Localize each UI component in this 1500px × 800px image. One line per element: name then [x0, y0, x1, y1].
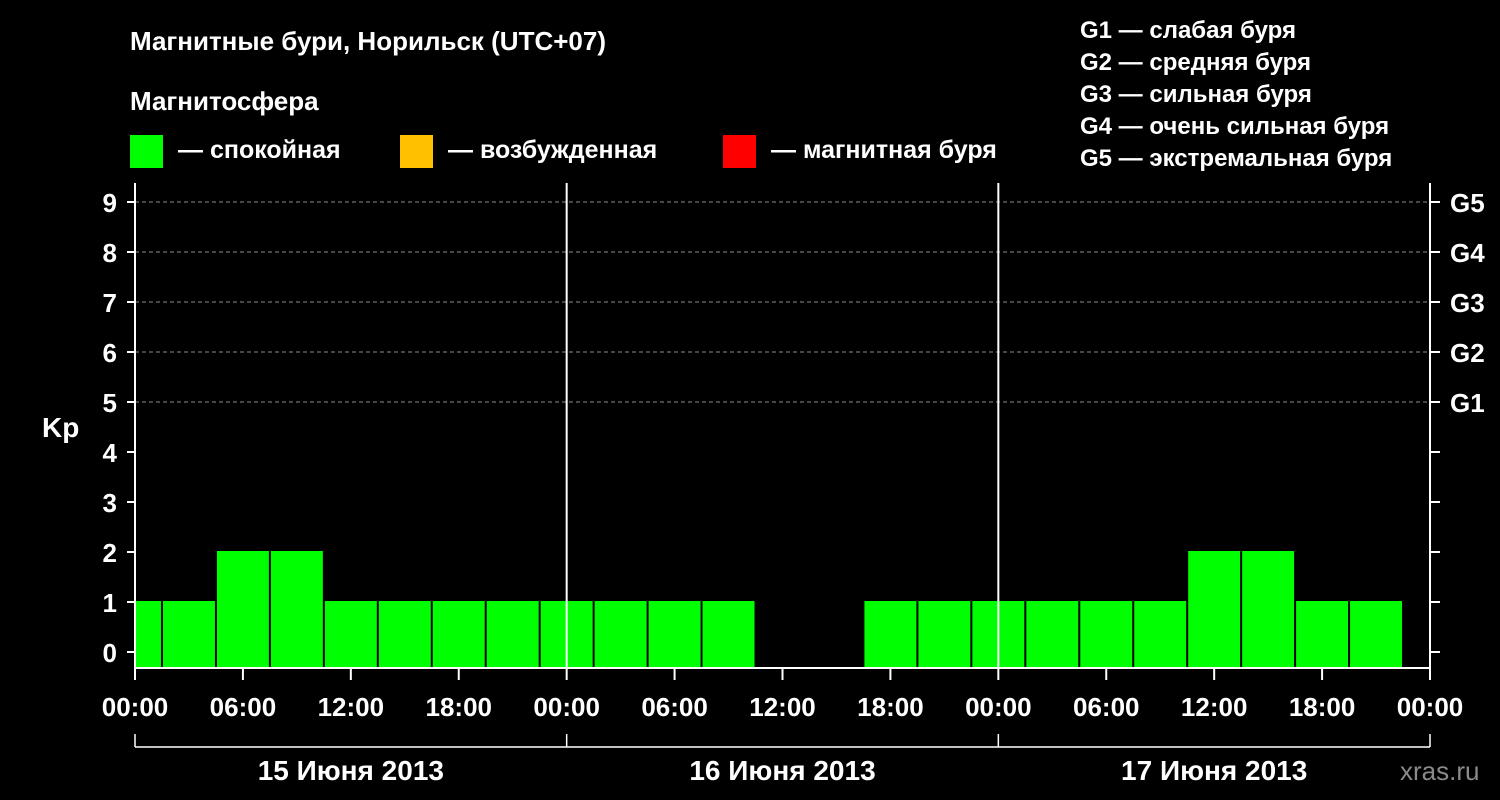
bar-19 [1080, 601, 1133, 668]
bar-16 [918, 601, 971, 668]
x-tick-label-12: 18:00 [1289, 692, 1356, 722]
y-axis-label: Kp [42, 412, 79, 443]
bar-11 [648, 601, 701, 668]
storm-level-label-G3: G3 [1450, 288, 1485, 318]
x-tick-label-4: 18:00 [426, 692, 493, 722]
plot-area: 0 1 2 3 4 5 6 7 8 9 G1 G2 G3 G4 G5 00:00 06:00 12:00 18:00… [102, 183, 1485, 786]
y-tick-label-9: 9 [103, 188, 117, 218]
y-tick-label-4: 4 [103, 438, 118, 468]
y-tick-label-0: 0 [103, 638, 117, 668]
y-tick-label-8: 8 [103, 238, 117, 268]
bar-23 [1296, 601, 1349, 668]
storm-scale-item-3: G3 — сильная буря [1080, 81, 1312, 108]
y-tick-label-7: 7 [103, 288, 117, 318]
y-tick-label-3: 3 [103, 488, 117, 518]
legend-label-2: — возбужденная [448, 136, 657, 164]
legend-swatch-2 [400, 135, 433, 168]
x-tick-label-10: 06:00 [1073, 692, 1140, 722]
bar-6 [378, 601, 431, 668]
bar-8 [486, 601, 539, 668]
bar-15 [864, 601, 917, 668]
y-tick-label-1: 1 [103, 588, 117, 618]
x-tick-label-13: 00:00 [1397, 692, 1464, 722]
x-tick-label-1: 00:00 [102, 692, 169, 722]
bar-24 [1350, 601, 1403, 668]
x-tick-label-9: 00:00 [965, 692, 1032, 722]
legend-label-3: — магнитная буря [771, 136, 997, 164]
x-tick-label-3: 12:00 [318, 692, 385, 722]
bar-20 [1134, 601, 1187, 668]
day-label-1: 15 Июня 2013 [258, 755, 444, 786]
legend-label-1: — спокойная [178, 136, 341, 164]
watermark: xras.ru [1400, 756, 1479, 786]
bar-18 [1026, 601, 1079, 668]
bar-7 [432, 601, 485, 668]
x-tick-label-6: 06:00 [641, 692, 708, 722]
storm-scale-item-2: G2 — средняя буря [1080, 49, 1311, 76]
bar-1 [136, 601, 161, 668]
day-label-3: 17 Июня 2013 [1121, 755, 1307, 786]
bar-5 [324, 601, 377, 668]
bar-10 [594, 601, 647, 668]
storm-scale-item-1: G1 — слабая буря [1080, 17, 1296, 44]
x-tick-label-11: 12:00 [1181, 692, 1248, 722]
legend-swatch-1 [130, 135, 163, 168]
kp-chart: Магнитные бури, Норильск (UTC+07) Магнит… [42, 17, 1485, 786]
storm-level-label-G4: G4 [1450, 238, 1485, 268]
x-tick-label-5: 00:00 [533, 692, 600, 722]
storm-scale-item-4: G4 — очень сильная буря [1080, 113, 1389, 140]
bar-3 [216, 551, 269, 668]
storm-level-label-G1: G1 [1450, 388, 1485, 418]
x-tick-label-8: 18:00 [857, 692, 924, 722]
legend-title: Магнитосфера [130, 86, 319, 116]
storm-level-label-G2: G2 [1450, 338, 1485, 368]
y-tick-label-5: 5 [103, 388, 117, 418]
storm-scale-legend: G1 — слабая буря G2 — средняя буря G3 — си… [1080, 17, 1392, 172]
chart-title: Магнитные бури, Норильск (UTC+07) [130, 26, 606, 56]
day-label-2: 16 Июня 2013 [689, 755, 875, 786]
storm-level-label-G5: G5 [1450, 188, 1485, 218]
legend: — спокойная — возбужденная — магнитная бур… [130, 135, 997, 168]
storm-scale-item-5: G5 — экстремальная буря [1080, 145, 1392, 172]
x-tick-label-2: 06:00 [210, 692, 277, 722]
bar-22 [1242, 551, 1295, 668]
y-tick-label-2: 2 [103, 538, 117, 568]
legend-swatch-3 [723, 135, 756, 168]
bar-21 [1188, 551, 1241, 668]
y-tick-label-6: 6 [103, 338, 117, 368]
bar-12 [702, 601, 755, 668]
bar-4 [270, 551, 323, 668]
bar-2 [162, 601, 215, 668]
x-tick-label-7: 12:00 [749, 692, 816, 722]
